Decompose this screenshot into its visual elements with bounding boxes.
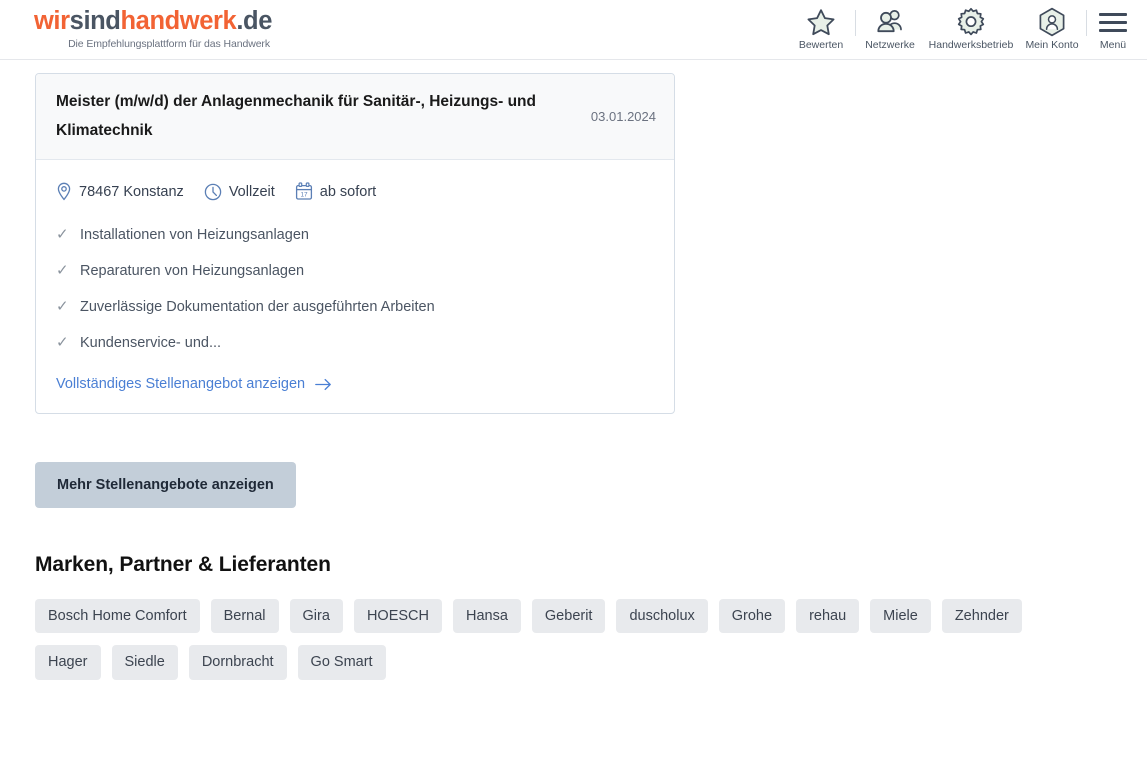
job-bullet-list: ✓ Installationen von Heizungsanlagen ✓ R… [56, 227, 654, 351]
job-meta-employment-text: Vollzeit [228, 183, 275, 200]
brand-tag[interactable]: Grohe [718, 599, 786, 634]
check-icon: ✓ [56, 334, 69, 352]
nav-label-mein-konto: Mein Konto [1025, 39, 1079, 51]
job-meta-location-text: 78467 Konstanz [79, 183, 184, 200]
job-meta-employment: Vollzeit [204, 183, 275, 201]
hexagon-account-icon [1038, 7, 1066, 37]
job-listing-card: Meister (m/w/d) der Anlagenmechanik für … [35, 73, 675, 415]
svg-text:17: 17 [300, 192, 308, 199]
site-header: wirsindhandwerk.de Die Empfehlungsplattf… [0, 0, 1147, 60]
job-post-date: 03.01.2024 [590, 109, 656, 125]
logo-part-wir: wir [34, 7, 70, 35]
nav-item-handwerksbetrieb[interactable]: Handwerksbetrieb [924, 4, 1018, 51]
brand-tag[interactable]: Go Smart [297, 645, 386, 680]
bullet-text: Zuverlässige Dokumentation der ausgeführ… [80, 299, 435, 316]
brand-tag[interactable]: duscholux [616, 599, 708, 634]
hamburger-icon[interactable] [1099, 7, 1127, 37]
nav-label-netzwerke: Netzwerke [865, 39, 915, 51]
brand-tag[interactable]: rehau [796, 599, 860, 634]
job-card-header: Meister (m/w/d) der Anlagenmechanik für … [36, 74, 674, 161]
job-meta-location: 78467 Konstanz [56, 182, 184, 201]
brand-tag[interactable]: Hansa [452, 599, 521, 634]
brand-tag[interactable]: Miele [870, 599, 931, 634]
list-item: ✓ Installationen von Heizungsanlagen [56, 227, 654, 243]
brand-tag[interactable]: Zehnder [941, 599, 1022, 634]
calendar-icon: 17 [295, 182, 313, 201]
nav-label-handwerksbetrieb: Handwerksbetrieb [928, 39, 1014, 51]
check-icon: ✓ [56, 226, 69, 244]
bullet-text: Reparaturen von Heizungsanlagen [80, 263, 305, 280]
list-item: ✓ Reparaturen von Heizungsanlagen [56, 263, 654, 279]
job-card-body: 78467 Konstanz Vollzeit 17 ab sofort ✓ I… [36, 160, 674, 413]
site-logo[interactable]: wirsindhandwerk.de Die Empfehlungsplattf… [34, 7, 272, 50]
job-meta-row: 78467 Konstanz Vollzeit 17 ab sofort [56, 182, 654, 201]
nav-label-bewerten: Bewerten [798, 39, 844, 51]
nav-item-menu[interactable]: Menü [1087, 4, 1139, 51]
brand-tag-list: Bosch Home Comfort Bernal Gira HOESCH Ha… [35, 599, 1095, 680]
view-full-job-link-label: Vollständiges Stellenangebot anzeigen [56, 376, 306, 393]
brand-tag[interactable]: Bernal [210, 599, 279, 634]
check-icon: ✓ [56, 298, 69, 316]
main-content: Meister (m/w/d) der Anlagenmechanik für … [0, 73, 1147, 680]
nav-item-bewerten[interactable]: Bewerten [787, 4, 855, 51]
brand-tag[interactable]: Siedle [111, 645, 178, 680]
brand-tag[interactable]: Geberit [531, 599, 606, 634]
logo-wordmark: wirsindhandwerk.de [34, 7, 272, 35]
brand-tag[interactable]: Gira [289, 599, 343, 634]
job-meta-start-text: ab sofort [319, 183, 377, 200]
nav-label-menu: Menü [1099, 39, 1127, 51]
show-more-jobs-button[interactable]: Mehr Stellenangebote anzeigen [35, 462, 296, 509]
nav-item-netzwerke[interactable]: Netzwerke [856, 4, 924, 51]
view-full-job-link[interactable]: Vollständiges Stellenangebot anzeigen [56, 376, 332, 392]
list-item: ✓ Zuverlässige Dokumentation der ausgefü… [56, 299, 654, 315]
header-nav: Bewerten Netzwerke Handwerksbetrieb Mein… [787, 4, 1139, 56]
people-icon [874, 7, 906, 37]
brand-tag[interactable]: Bosch Home Comfort [35, 599, 200, 634]
job-title: Meister (m/w/d) der Anlagenmechanik für … [56, 93, 536, 139]
brands-section: Marken, Partner & Lieferanten Bosch Home… [35, 553, 1115, 680]
job-meta-start: 17 ab sofort [295, 182, 376, 201]
brands-section-title: Marken, Partner & Lieferanten [35, 553, 331, 577]
bullet-text: Kundenservice- und... [80, 335, 222, 352]
logo-part-de: .de [236, 7, 272, 35]
brand-tag[interactable]: Hager [35, 645, 101, 680]
brand-tag[interactable]: Dornbracht [188, 645, 287, 680]
check-icon: ✓ [56, 262, 69, 280]
logo-part-sind: sind [69, 7, 121, 35]
location-pin-icon [56, 182, 72, 201]
star-icon [806, 7, 836, 37]
nav-item-mein-konto[interactable]: Mein Konto [1018, 4, 1086, 51]
clock-icon [204, 183, 222, 201]
gear-icon [956, 7, 986, 37]
logo-part-handwerk: handwerk [120, 7, 237, 35]
brand-tag[interactable]: HOESCH [353, 599, 442, 634]
logo-tagline: Die Empfehlungsplattform für das Handwer… [68, 37, 270, 50]
arrow-right-icon [315, 378, 332, 391]
list-item: ✓ Kundenservice- und... [56, 335, 654, 351]
bullet-text: Installationen von Heizungsanlagen [80, 227, 309, 244]
